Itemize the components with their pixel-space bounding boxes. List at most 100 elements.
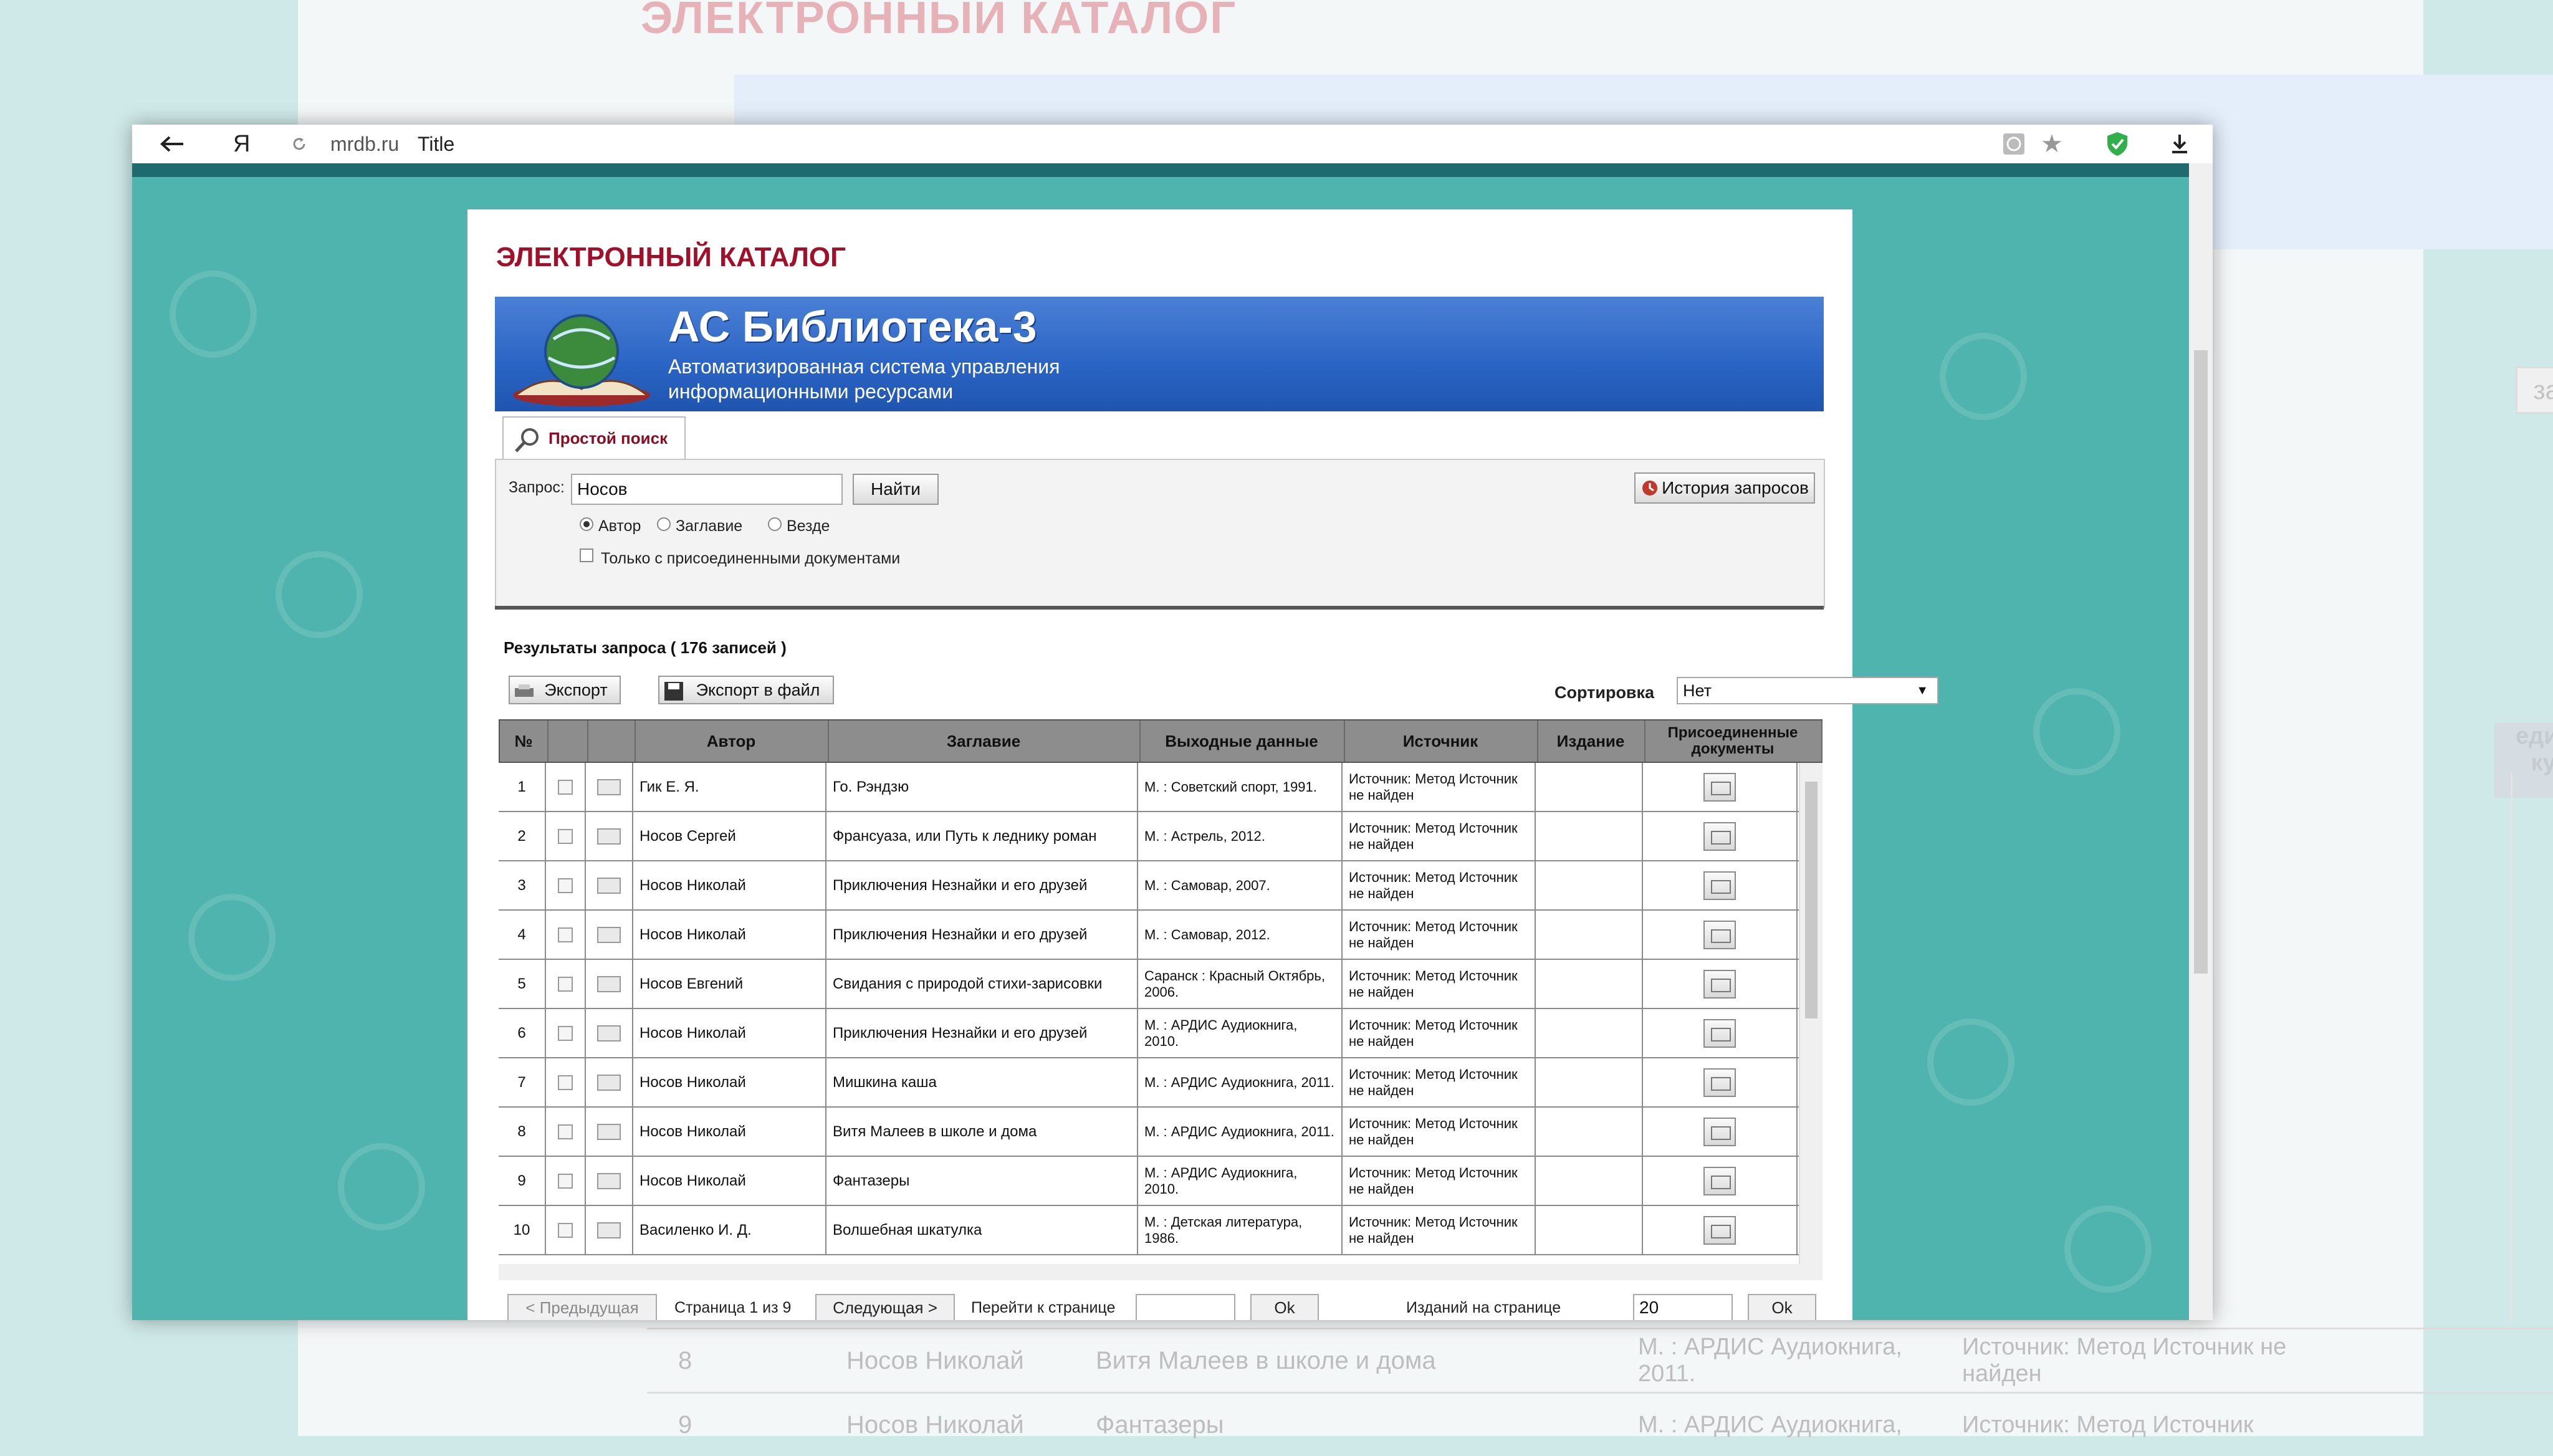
card-icon[interactable] [597, 1025, 621, 1042]
row-checkbox[interactable] [558, 1173, 573, 1189]
star-icon[interactable]: ★ [2041, 130, 2063, 158]
header-author[interactable]: Автор [635, 721, 829, 762]
shield-icon[interactable] [2105, 130, 2129, 158]
background-row-imprint: М. : АРДИС Аудиокнига, 2011. [1638, 1334, 1902, 1387]
card-icon[interactable] [597, 1123, 621, 1140]
page-scrollbar-thumb[interactable] [2194, 350, 2208, 974]
export-button-label: Экспорт [544, 681, 608, 699]
goto-ok-button[interactable]: Ok [1250, 1294, 1319, 1320]
card-icon[interactable] [597, 877, 621, 894]
row-checkbox[interactable] [558, 1124, 573, 1139]
card-icon[interactable] [597, 926, 621, 943]
address-page-title[interactable]: Title [418, 130, 454, 158]
table-row[interactable]: 9 Носов Николай Фантазеры М. : АРДИС Аудиок… [499, 1157, 1800, 1206]
row-title: Приключения Незнайки и его друзей [826, 1009, 1138, 1057]
prev-page-button[interactable]: < Предыдущая [507, 1294, 657, 1320]
row-checkbox[interactable] [558, 976, 573, 992]
row-checkbox[interactable] [558, 1025, 573, 1041]
header-title[interactable]: Заглавие [828, 721, 1141, 762]
sort-select[interactable]: Нет ▼ [1677, 677, 1938, 704]
attached-document-icon[interactable] [1703, 1068, 1736, 1097]
row-checkbox[interactable] [558, 927, 573, 942]
row-select-cell [546, 861, 586, 909]
row-imprint: М. : АРДИС Аудиокнига, 2010. [1138, 1157, 1343, 1205]
row-title: Фантазеры [826, 1157, 1138, 1205]
attached-document-icon[interactable] [1703, 1166, 1736, 1195]
row-checkbox[interactable] [558, 1222, 573, 1238]
history-icon [1642, 481, 1657, 496]
table-row[interactable]: 6 Носов Николай Приключения Незнайки и его… [499, 1009, 1800, 1058]
card-icon[interactable] [597, 975, 621, 992]
query-input[interactable] [571, 474, 843, 505]
row-attached-cell [1643, 763, 1798, 811]
goto-page-input[interactable] [1136, 1294, 1235, 1320]
card-icon[interactable] [597, 1222, 621, 1238]
radio-author[interactable] [580, 517, 593, 531]
row-imprint: М. : Астрель, 2012. [1138, 812, 1343, 860]
next-page-button[interactable]: Следующая > [815, 1294, 955, 1320]
attached-document-icon[interactable] [1703, 920, 1736, 949]
attached-document-icon[interactable] [1703, 1018, 1736, 1048]
attached-only-checkbox[interactable] [580, 548, 593, 562]
table-row[interactable]: 2 Носов Сергей Франсуаза, или Путь к ледни… [499, 812, 1800, 861]
attached-document-icon[interactable] [1703, 772, 1736, 802]
back-button[interactable] [160, 130, 184, 158]
table-row[interactable]: 5 Носов Евгений Свидания с природой стихи-… [499, 960, 1800, 1009]
row-checkbox[interactable] [558, 779, 573, 795]
table-horizontal-scrollbar[interactable] [499, 1264, 1823, 1280]
reload-icon[interactable] [292, 130, 307, 158]
row-author: Носов Николай [633, 911, 826, 959]
table-row[interactable]: 10 Василенко И. Д. Волшебная шкатулка М. : … [499, 1206, 1800, 1255]
table-scrollbar[interactable] [1799, 763, 1823, 1267]
banner-subtitle-line1: Автоматизированная система управления [668, 355, 1060, 378]
radio-everywhere[interactable] [768, 517, 782, 531]
radio-title[interactable] [657, 517, 671, 531]
table-row[interactable]: 7 Носов Николай Мишкина каша М. : АРДИС Ауд… [499, 1058, 1800, 1108]
attached-document-icon[interactable] [1703, 1117, 1736, 1146]
download-icon[interactable] [2170, 130, 2189, 158]
address-domain[interactable]: mrdb.ru [330, 130, 399, 158]
attached-document-icon[interactable] [1703, 871, 1736, 900]
pagination: < Предыдущая Страница 1 из 9 Следующая >… [495, 1290, 1824, 1320]
translate-icon[interactable] [2002, 130, 2026, 158]
table-scrollbar-thumb[interactable] [1805, 782, 1818, 1018]
tab-simple-search[interactable]: Простой поиск [502, 416, 686, 461]
row-num: 10 [499, 1206, 546, 1254]
attached-document-icon[interactable] [1703, 821, 1736, 851]
yandex-logo[interactable]: Я [233, 130, 250, 158]
row-card-cell [586, 1206, 633, 1254]
export-file-button[interactable]: Экспорт в файл [658, 676, 834, 704]
history-button[interactable]: История запросов [1634, 472, 1815, 504]
card-icon[interactable] [597, 828, 621, 845]
row-attached-cell [1643, 1108, 1798, 1156]
table-row[interactable]: 4 Носов Николай Приключения Незнайки и его… [499, 911, 1800, 960]
row-checkbox[interactable] [558, 828, 573, 844]
table-row[interactable]: 8 Носов Николай Витя Малеев в школе и дома… [499, 1108, 1800, 1157]
per-page-input[interactable] [1633, 1294, 1733, 1320]
row-attached-cell [1643, 812, 1798, 860]
card-icon[interactable] [597, 778, 621, 795]
pattern-decoration [170, 271, 257, 358]
row-checkbox[interactable] [558, 878, 573, 893]
per-page-ok-button[interactable]: Ok [1748, 1294, 1816, 1320]
table-row[interactable]: 1 Гик Е. Я. Го. Рэндзю М. : Советский спорт… [499, 763, 1800, 812]
row-edition [1536, 1108, 1643, 1156]
row-select-cell [546, 1206, 586, 1254]
header-attached[interactable]: Присоединенные документы [1644, 721, 1823, 762]
goto-page-label: Перейти к странице [971, 1299, 1116, 1316]
header-edition[interactable]: Издание [1537, 721, 1645, 762]
row-checkbox[interactable] [558, 1075, 573, 1090]
card-icon[interactable] [597, 1172, 621, 1189]
export-button[interactable]: Экспорт [509, 676, 621, 704]
table-row[interactable]: 3 Носов Николай Приключения Незнайки и его… [499, 861, 1800, 911]
header-imprint[interactable]: Выходные данные [1139, 721, 1345, 762]
page-scrollbar[interactable] [2189, 163, 2213, 1320]
attached-document-icon[interactable] [1703, 1215, 1736, 1245]
row-source: Источник: Метод Источник не найден [1343, 1157, 1536, 1205]
header-source[interactable]: Источник [1344, 721, 1538, 762]
card-icon[interactable] [597, 1074, 621, 1091]
find-button[interactable]: Найти [853, 474, 939, 505]
chevron-down-icon: ▼ [1916, 684, 1928, 697]
attached-document-icon[interactable] [1703, 969, 1736, 999]
background-row-title: Фантазеры [1096, 1410, 1224, 1439]
